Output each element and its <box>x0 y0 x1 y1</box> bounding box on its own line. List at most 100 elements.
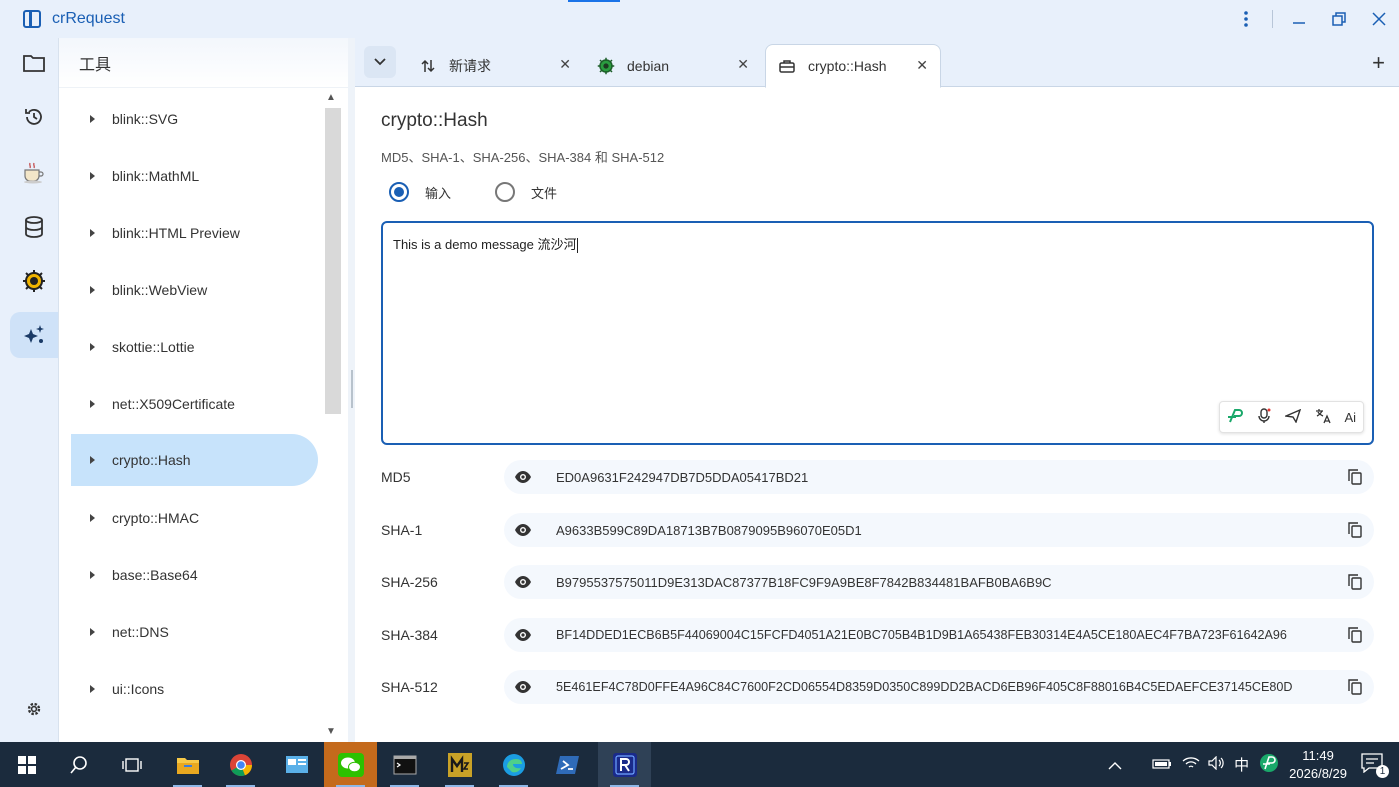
taskbar-control-panel[interactable] <box>270 742 323 787</box>
more-menu-button[interactable] <box>1226 0 1266 38</box>
tree-scrollbar[interactable]: ▲ ▼ <box>321 90 341 740</box>
rail-item-java[interactable] <box>10 149 58 195</box>
tree-scroll-thumb[interactable] <box>325 108 341 414</box>
tree-item-ui-icons[interactable]: ui::Icons <box>59 660 321 717</box>
tree-item-label: blink::SVG <box>112 110 179 127</box>
message-text: This is a demo message 流沙河 <box>393 237 577 252</box>
radio-input[interactable] <box>389 182 409 202</box>
tab-crypto-hash[interactable]: crypto::Hash ✕ <box>765 44 941 88</box>
taskbar-search[interactable] <box>52 742 105 787</box>
caret-right-icon <box>90 456 95 464</box>
taskbar-m2-app[interactable] <box>433 742 486 787</box>
chevron-down-icon <box>374 58 386 66</box>
taskbar-crrequest[interactable] <box>598 742 651 787</box>
tree-item-base-base64[interactable]: base::Base64 <box>59 546 321 603</box>
copy-icon[interactable] <box>1348 679 1362 700</box>
volume-icon[interactable] <box>1208 755 1226 773</box>
show-hidden-icons[interactable] <box>1108 757 1122 773</box>
panel-splitter[interactable] <box>348 38 355 742</box>
radio-file-label[interactable]: 文件 <box>531 183 557 202</box>
copy-icon[interactable] <box>1348 522 1362 543</box>
tree-item-net-dns[interactable]: net::DNS <box>59 603 321 660</box>
caret-right-icon <box>90 513 95 522</box>
sidebar-layout-icon[interactable] <box>23 10 41 28</box>
restore-button[interactable] <box>1319 0 1359 38</box>
taskbar-powershell[interactable] <box>541 742 594 787</box>
title-bar: crRequest <box>0 0 1399 38</box>
tree-item-blink-webview[interactable]: blink::WebView <box>59 261 321 318</box>
toolbox-icon <box>778 57 796 75</box>
tab-debian[interactable]: debian ✕ <box>585 44 761 87</box>
rail-item-database[interactable] <box>10 204 58 250</box>
rail-item-settings[interactable] <box>10 686 58 732</box>
minimize-button[interactable] <box>1279 0 1319 38</box>
copy-icon[interactable] <box>1348 574 1362 595</box>
task-view-button[interactable] <box>105 742 158 787</box>
rail-item-debug[interactable] <box>10 258 58 304</box>
wifi-icon[interactable] <box>1182 756 1200 773</box>
title-separator <box>1272 10 1273 28</box>
scroll-up-icon[interactable]: ▲ <box>326 92 336 103</box>
tree-item-blink-mathml[interactable]: blink::MathML <box>59 147 321 204</box>
eye-icon[interactable] <box>514 470 532 489</box>
taskbar-file-explorer[interactable] <box>161 742 214 787</box>
microphone-icon[interactable] <box>1257 407 1271 427</box>
ime-logo-icon[interactable] <box>1227 408 1243 427</box>
app-window: crRequest 工具 blink::SVG blink::MathML bl… <box>0 0 1399 787</box>
hash-row-sha512: SHA-512 5E461EF4C78D0FFE4A96C84C7600F2CD… <box>381 670 1374 704</box>
tree-item-crypto-hmac[interactable]: crypto::HMAC <box>59 489 321 546</box>
vertical-dots-icon <box>1244 11 1248 27</box>
message-input[interactable]: This is a demo message 流沙河 Ai <box>381 221 1374 445</box>
taskbar-terminal[interactable] <box>378 742 431 787</box>
hash-value[interactable]: 5E461EF4C78D0FFE4A96C84C7600F2CD06554D83… <box>556 680 1321 694</box>
tree-item-skottie-lottie[interactable]: skottie::Lottie <box>59 318 321 375</box>
tree-item-blink-html-preview[interactable]: blink::HTML Preview <box>59 204 321 261</box>
ai-button[interactable]: Ai <box>1344 410 1356 425</box>
tree-item-crypto-hash[interactable]: crypto::Hash <box>71 434 318 486</box>
radio-input-label[interactable]: 输入 <box>425 183 451 202</box>
tree-item-label: crypto::Hash <box>112 452 191 468</box>
close-tab-icon[interactable]: ✕ <box>916 57 928 74</box>
taskbar-wechat[interactable] <box>324 742 377 787</box>
copy-icon[interactable] <box>1348 627 1362 648</box>
tab-new-request[interactable]: 新请求 ✕ <box>407 44 583 87</box>
hash-row-sha1: SHA-1 A9633B599C89DA18713B7B0879095B9607… <box>381 513 1374 547</box>
ime-language-indicator[interactable]: 中 <box>1234 754 1249 775</box>
taskbar-edge[interactable] <box>487 742 540 787</box>
taskbar-chrome[interactable] <box>214 742 267 787</box>
close-window-button[interactable] <box>1359 0 1399 38</box>
rail-item-tools[interactable] <box>10 312 58 358</box>
taskbar-clock[interactable]: 11:49 2026/8/29 <box>1289 747 1347 783</box>
hash-value[interactable]: BF14DDED1ECB6B5F44069004C15FCFD4051A21E0… <box>556 628 1321 642</box>
eye-icon[interactable] <box>514 575 532 594</box>
eye-icon[interactable] <box>514 680 532 699</box>
clock-date: 2026/8/29 <box>1289 765 1347 781</box>
eye-icon[interactable] <box>514 628 532 647</box>
hash-value[interactable]: A9633B599C89DA18713B7B0879095B96070E05D1 <box>556 523 1321 538</box>
page-title: crypto::Hash <box>381 110 488 131</box>
close-tab-icon[interactable]: ✕ <box>737 56 749 73</box>
rail-item-history[interactable] <box>10 94 58 140</box>
tree-item-net-x509[interactable]: net::X509Certificate <box>59 375 321 432</box>
tab-list-button[interactable] <box>364 46 396 78</box>
scroll-down-icon[interactable]: ▼ <box>326 726 336 737</box>
rail-item-collections[interactable] <box>10 40 58 86</box>
caret-right-icon <box>90 627 95 636</box>
eye-icon[interactable] <box>514 523 532 542</box>
send-icon[interactable] <box>1283 408 1301 426</box>
notification-center-button[interactable]: 1 <box>1361 753 1389 778</box>
hash-label: SHA-512 <box>381 679 438 695</box>
ime-tray-icon[interactable] <box>1259 753 1279 776</box>
tab-bar: 新请求 ✕ debian ✕ crypto::Hash ✕ + <box>355 38 1399 88</box>
radio-file[interactable] <box>495 182 516 202</box>
hash-value[interactable]: B9795537575011D9E313DAC87377B18FC9F9A9BE… <box>556 575 1321 590</box>
translate-icon[interactable] <box>1315 408 1331 427</box>
close-tab-icon[interactable]: ✕ <box>559 56 571 73</box>
start-button[interactable] <box>0 742 53 787</box>
hash-value[interactable]: ED0A9631F242947DB7D5DDA05417BD21 <box>556 470 1321 485</box>
add-tab-button[interactable]: + <box>1372 50 1385 76</box>
copy-icon[interactable] <box>1348 469 1362 490</box>
battery-icon[interactable] <box>1152 757 1172 773</box>
tree-item-blink-svg[interactable]: blink::SVG <box>59 90 321 147</box>
database-icon <box>25 216 43 238</box>
